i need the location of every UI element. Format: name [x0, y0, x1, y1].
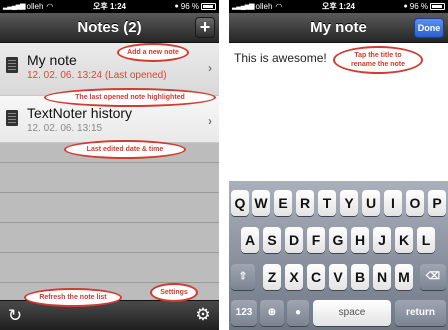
- battery-percent: 96 %: [409, 2, 428, 11]
- return-key[interactable]: return: [395, 300, 446, 326]
- page-title: Notes (2): [77, 19, 142, 36]
- globe-icon: ⊕: [267, 307, 277, 318]
- key-m[interactable]: M: [395, 264, 413, 290]
- battery-icon: [201, 3, 216, 10]
- key-q[interactable]: Q: [231, 190, 249, 216]
- keyboard: Q W E R T Y U I O P A S D F G H J K L ⇧ …: [229, 181, 448, 330]
- key-y[interactable]: Y: [340, 190, 358, 216]
- add-note-button[interactable]: +: [195, 17, 215, 38]
- bottom-toolbar: ↻ ⚙: [0, 300, 219, 330]
- globe-key[interactable]: ⊕: [260, 300, 284, 326]
- key-z[interactable]: Z: [263, 264, 281, 290]
- done-button[interactable]: Done: [414, 18, 444, 38]
- key-k[interactable]: K: [395, 227, 413, 253]
- key-u[interactable]: U: [362, 190, 380, 216]
- key-e[interactable]: E: [274, 190, 292, 216]
- key-t[interactable]: T: [318, 190, 336, 216]
- key-g[interactable]: G: [329, 227, 347, 253]
- callout-refresh: Refresh the note list: [24, 288, 122, 307]
- note-title: TextNoter history: [27, 105, 133, 121]
- key-f[interactable]: F: [307, 227, 325, 253]
- note-editor-screen: ▂▃▄▅▆ olleh ◠ 오후 1:24 ● 96 % My note Don…: [229, 0, 448, 330]
- key-j[interactable]: J: [373, 227, 391, 253]
- callout-date: Last edited date & time: [64, 140, 186, 159]
- battery-percent: 96 %: [180, 2, 199, 11]
- nav-bar: Notes (2) +: [0, 13, 219, 43]
- callout-settings: Settings: [150, 283, 198, 302]
- key-a[interactable]: A: [241, 227, 259, 253]
- numbers-key[interactable]: 123: [231, 300, 257, 326]
- key-o[interactable]: O: [406, 190, 424, 216]
- lock-icon: ●: [403, 3, 408, 10]
- note-icon: [6, 57, 18, 73]
- note-date: 12. 02. 06. 13:24 (Last opened): [27, 70, 167, 81]
- dictation-key[interactable]: ●: [287, 300, 309, 326]
- callout-highlight: The last opened note highlighted: [44, 88, 216, 107]
- refresh-icon[interactable]: ↻: [5, 306, 25, 326]
- notes-list-screen: ▂▃▄▅▆ olleh ◠ 오후 1:24 ● 96 % Notes (2) +…: [0, 0, 219, 330]
- gear-icon[interactable]: ⚙: [193, 305, 213, 325]
- status-bar: ▂▃▄▅▆ olleh ◠ 오후 1:24 ● 96 %: [229, 0, 448, 13]
- key-h[interactable]: H: [351, 227, 369, 253]
- note-title: My note: [27, 52, 77, 68]
- key-x[interactable]: X: [285, 264, 303, 290]
- key-c[interactable]: C: [307, 264, 325, 290]
- battery-icon: [430, 3, 445, 10]
- nav-bar: My note Done: [229, 13, 448, 43]
- key-w[interactable]: W: [252, 190, 270, 216]
- key-r[interactable]: R: [296, 190, 314, 216]
- backspace-icon: ⌫: [425, 271, 441, 282]
- key-n[interactable]: N: [373, 264, 391, 290]
- lock-icon: ●: [174, 3, 179, 10]
- note-date: 12. 02. 06. 13:15: [27, 123, 103, 134]
- shift-icon: ⇧: [238, 271, 248, 282]
- status-bar: ▂▃▄▅▆ olleh ◠ 오후 1:24 ● 96 %: [0, 0, 219, 13]
- key-v[interactable]: V: [329, 264, 347, 290]
- key-s[interactable]: S: [263, 227, 281, 253]
- backspace-key[interactable]: ⌫: [420, 264, 446, 290]
- note-icon: [6, 110, 18, 126]
- key-l[interactable]: L: [417, 227, 435, 253]
- microphone-icon: ●: [294, 307, 302, 318]
- key-b[interactable]: B: [351, 264, 369, 290]
- key-i[interactable]: I: [384, 190, 402, 216]
- key-p[interactable]: P: [428, 190, 446, 216]
- key-d[interactable]: D: [285, 227, 303, 253]
- space-key[interactable]: space: [313, 300, 391, 326]
- callout-add-note: Add a new note: [117, 43, 189, 62]
- chevron-right-icon: ›: [208, 61, 212, 75]
- shift-key[interactable]: ⇧: [231, 264, 255, 290]
- callout-rename: Tap the title to rename the note: [333, 46, 423, 74]
- chevron-right-icon: ›: [208, 114, 212, 128]
